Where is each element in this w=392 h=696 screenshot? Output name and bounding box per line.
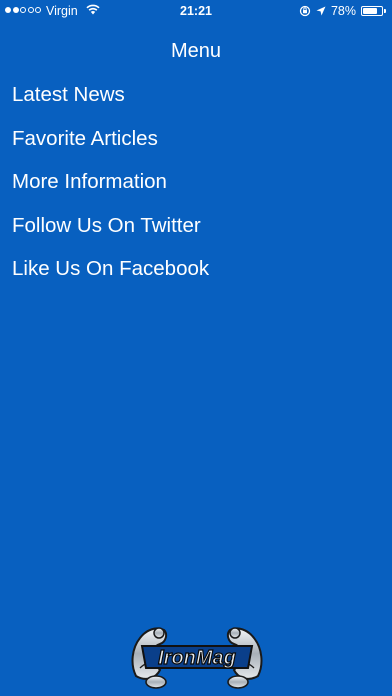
menu-item-like-facebook[interactable]: Like Us On Facebook <box>12 254 209 298</box>
status-bar: Virgin 21:21 78% <box>0 0 392 22</box>
menu-item-latest-news[interactable]: Latest News <box>12 80 209 124</box>
battery-icon <box>361 6 383 16</box>
logo-text: IronMag <box>158 647 236 669</box>
battery-tip <box>384 9 386 13</box>
menu-screen: Virgin 21:21 78% Menu Latest News Favori… <box>0 0 392 696</box>
status-right-icons: 78% <box>299 4 386 18</box>
menu-item-favorite-articles[interactable]: Favorite Articles <box>12 124 209 168</box>
battery-level <box>363 8 378 14</box>
location-arrow-icon <box>316 6 326 16</box>
battery-percentage: 78% <box>330 4 356 18</box>
menu-list: Latest News Favorite Articles More Infor… <box>12 80 209 298</box>
menu-item-follow-twitter[interactable]: Follow Us On Twitter <box>12 211 209 255</box>
orientation-lock-icon <box>299 5 311 17</box>
menu-item-more-information[interactable]: More Information <box>12 167 209 211</box>
ironmag-logo-icon: IronMag <box>131 627 263 689</box>
menu-title: Menu <box>170 40 222 62</box>
